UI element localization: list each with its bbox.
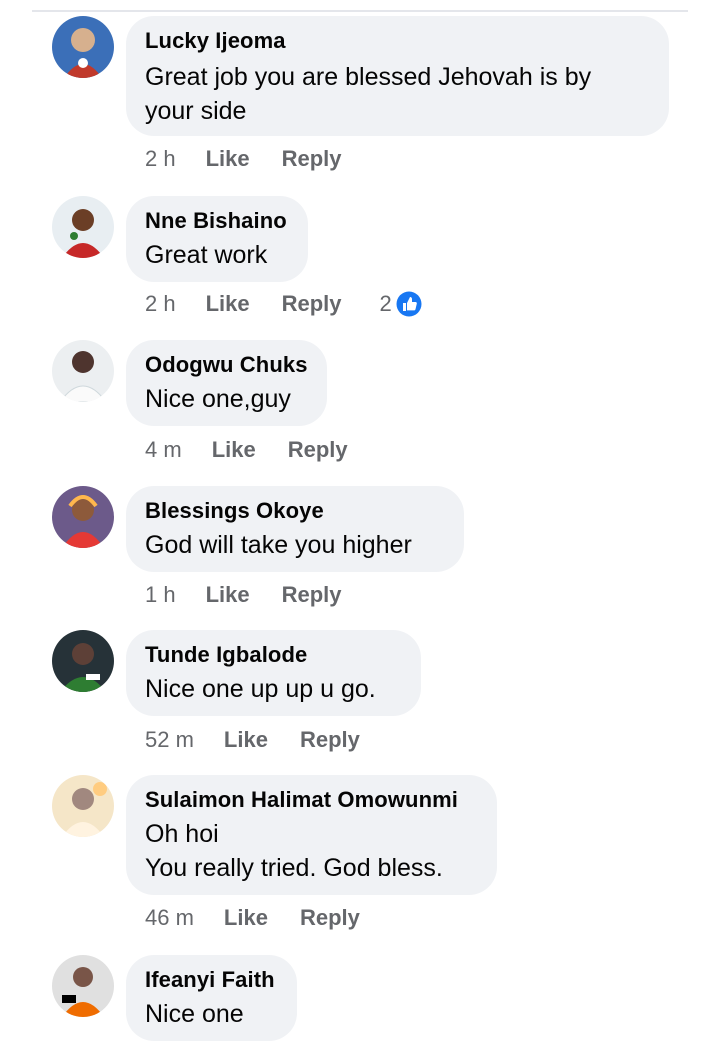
reply-button[interactable]: Reply xyxy=(282,291,342,317)
comment-time[interactable]: 46 m xyxy=(145,905,194,931)
comment-time[interactable]: 1 h xyxy=(145,582,176,608)
comment-text: God will take you higher xyxy=(145,531,412,559)
avatar[interactable] xyxy=(52,196,114,258)
comment-author[interactable]: Lucky Ijeoma xyxy=(145,28,649,54)
avatar[interactable] xyxy=(52,775,114,837)
comment-bubble: Ifeanyi Faith Nice one xyxy=(126,955,297,1041)
like-button[interactable]: Like xyxy=(212,437,256,463)
comment-text: Nice one up up u go. xyxy=(145,675,376,703)
comment-time[interactable]: 2 h xyxy=(145,291,176,317)
comment-author[interactable]: Ifeanyi Faith xyxy=(145,967,277,993)
comment-actions: 2 h Like Reply 2 xyxy=(145,289,422,319)
avatar[interactable] xyxy=(52,630,114,692)
like-button[interactable]: Like xyxy=(206,291,250,317)
comment-actions: 52 m Like Reply xyxy=(145,725,398,755)
like-button[interactable]: Like xyxy=(206,582,250,608)
comment-text: Nice one xyxy=(145,1000,244,1028)
avatar[interactable] xyxy=(52,16,114,78)
comment-actions: 4 m Like Reply xyxy=(145,435,386,465)
comment-bubble: Lucky Ijeoma Great job you are blessed J… xyxy=(126,16,669,136)
comment-author[interactable]: Sulaimon Halimat Omowunmi xyxy=(145,787,477,813)
comment-text: Great job you are blessed Jehovah is by … xyxy=(145,63,592,125)
reply-button[interactable]: Reply xyxy=(288,437,348,463)
comment-time[interactable]: 2 h xyxy=(145,146,176,172)
comment-bubble: Odogwu Chuks Nice one,guy xyxy=(126,340,327,426)
reaction-count-value: 2 xyxy=(379,291,392,316)
comment-time[interactable]: 52 m xyxy=(145,727,194,753)
comment-text: Nice one,guy xyxy=(145,385,291,413)
comment-actions: 2 h Like Reply xyxy=(145,144,380,174)
avatar[interactable] xyxy=(52,486,114,548)
like-button[interactable]: Like xyxy=(224,727,268,753)
thumbs-up-icon xyxy=(396,291,422,317)
reply-button[interactable]: Reply xyxy=(300,905,360,931)
reply-button[interactable]: Reply xyxy=(282,582,342,608)
comment-author[interactable]: Nne Bishaino xyxy=(145,208,288,234)
comment-time[interactable]: 4 m xyxy=(145,437,182,463)
comment-bubble: Blessings Okoye God will take you higher xyxy=(126,486,464,572)
reply-button[interactable]: Reply xyxy=(282,146,342,172)
comment-author[interactable]: Blessings Okoye xyxy=(145,498,444,524)
comment-actions: 1 h Like Reply xyxy=(145,580,380,610)
avatar[interactable] xyxy=(52,955,114,1017)
avatar[interactable] xyxy=(52,340,114,402)
comment-author[interactable]: Tunde Igbalode xyxy=(145,642,401,668)
comment-actions: 46 m Like Reply xyxy=(145,903,398,933)
comment-bubble: Nne Bishaino Great work xyxy=(126,196,308,282)
comment-bubble: Sulaimon Halimat Omowunmi Oh hoi You rea… xyxy=(126,775,497,895)
comment-author[interactable]: Odogwu Chuks xyxy=(145,352,307,378)
like-button[interactable]: Like xyxy=(206,146,250,172)
comment-bubble: Tunde Igbalode Nice one up up u go. xyxy=(126,630,421,716)
comment-text: Oh hoi You really tried. God bless. xyxy=(145,820,443,882)
reply-button[interactable]: Reply xyxy=(300,727,360,753)
like-button[interactable]: Like xyxy=(224,905,268,931)
reaction-count[interactable]: 2 xyxy=(380,291,422,317)
comment-text: Great work xyxy=(145,241,268,269)
divider xyxy=(32,10,688,12)
